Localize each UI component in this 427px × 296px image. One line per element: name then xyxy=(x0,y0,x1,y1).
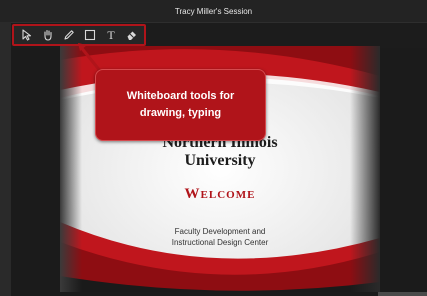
eraser-icon xyxy=(127,31,136,40)
university-name-line2: University xyxy=(184,152,256,169)
window-title-bar: Tracy Miller's Session xyxy=(0,0,427,23)
welcome-heading: Welcome xyxy=(184,186,256,202)
eraser-tool-button[interactable] xyxy=(126,29,138,41)
department-line1: Faculty Development and xyxy=(174,227,266,236)
select-tool-button[interactable] xyxy=(21,29,33,41)
scrollbar-corner xyxy=(378,292,427,296)
pointer-icon xyxy=(22,29,32,41)
annotation-callout: Whiteboard tools for drawing, typing xyxy=(95,69,266,141)
pencil-tool-button[interactable] xyxy=(63,29,75,41)
left-sidebar-strip xyxy=(0,22,11,296)
pencil-icon xyxy=(64,30,74,40)
session-title: Tracy Miller's Session xyxy=(174,6,253,16)
department-text: Faculty Development and Instructional De… xyxy=(60,226,380,248)
callout-text: Whiteboard tools for drawing, typing xyxy=(126,90,235,119)
hand-icon xyxy=(44,29,52,41)
pan-tool-button[interactable] xyxy=(42,29,54,41)
department-line2: Instructional Design Center xyxy=(171,238,269,247)
text-icon: T xyxy=(107,28,115,42)
